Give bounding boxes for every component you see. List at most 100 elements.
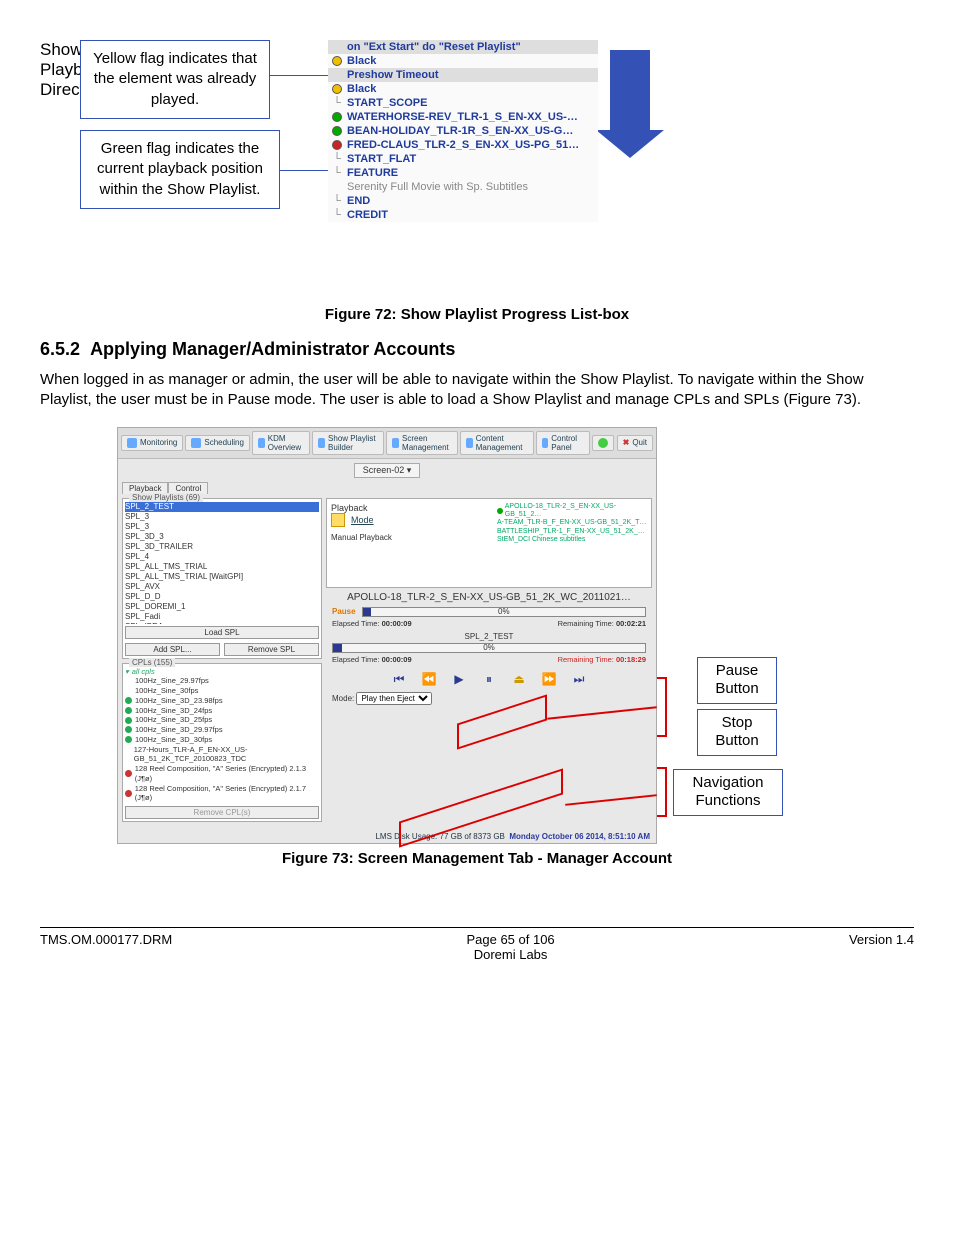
list-item[interactable]: 100Hz_Sine_3D_23.98fps (125, 696, 319, 706)
toolbar-button[interactable]: Content Management (460, 431, 534, 455)
play-mode-select[interactable]: Play then Eject (356, 692, 432, 705)
show-playlists-listbox[interactable]: SPL_2_TESTSPL_3SPL_3SPL_3D_3SPL_3D_TRAIL… (123, 499, 321, 624)
nav-functions-label: Navigation Functions (673, 769, 783, 817)
help-button[interactable] (592, 435, 614, 451)
add-spl-button[interactable]: Add SPL... (125, 643, 220, 656)
list-item[interactable]: SPL_3 (125, 522, 319, 532)
main-toolbar: MonitoringSchedulingKDM OverviewShow Pla… (118, 428, 656, 459)
mode-link[interactable]: Mode (351, 515, 374, 525)
status-dot-icon (125, 717, 132, 724)
callout-green-flag: Green flag indicates the current playbac… (80, 130, 280, 209)
cpls-group: CPLs (155) ▾ all cpls100Hz_Sine_29.97fps… (122, 663, 322, 822)
show-playlists-group: Show Playlists (69) SPL_2_TESTSPL_3SPL_3… (122, 498, 322, 659)
load-spl-button[interactable]: Load SPL (125, 626, 319, 639)
list-item[interactable]: SPL_DOREMI_1 (125, 602, 319, 612)
toolbar-icon (258, 438, 265, 448)
playlist-row: BEAN-HOLIDAY_TLR-1R_S_EN-XX_US-G… (328, 124, 598, 138)
yellow-flag-icon (332, 84, 342, 94)
quit-button[interactable]: ✖Quit (617, 435, 653, 451)
playlist-row: └FEATURE (328, 166, 598, 180)
eject-button[interactable]: ⏏ (511, 672, 527, 686)
list-item[interactable]: SPL_IBRA (125, 622, 319, 624)
playback-list-item: StEM_DCI Chinese subtitles (497, 536, 647, 544)
play-button[interactable]: ▶ (451, 672, 467, 686)
playback-cpl-list: APOLLO-18_TLR-2_S_EN-XX_US-GB_51_2…A-TEA… (497, 503, 647, 545)
list-item[interactable]: 100Hz_Sine_3D_24fps (125, 706, 319, 716)
playlist-row: Black (328, 54, 598, 68)
rewind-button[interactable]: ⏪ (421, 672, 437, 686)
list-item[interactable]: SPL_ALL_TMS_TRIAL (125, 562, 319, 572)
toolbar-button[interactable]: KDM Overview (252, 431, 310, 455)
footer-right: Version 1.4 (849, 932, 914, 962)
figure-73-caption: Figure 73: Screen Management Tab - Manag… (40, 850, 914, 867)
remove-spl-button[interactable]: Remove SPL (224, 643, 319, 656)
toolbar-icon (466, 438, 473, 448)
playlist-row: └START_SCOPE (328, 96, 598, 110)
toolbar-button[interactable]: Scheduling (185, 435, 250, 451)
playback-list-item: APOLLO-18_TLR-2_S_EN-XX_US-GB_51_2… (497, 503, 647, 520)
group-title: CPLs (155) (129, 658, 175, 667)
list-item[interactable]: SPL_AVX (125, 582, 319, 592)
screen-selector[interactable]: Screen-02 ▾ (118, 459, 656, 482)
toolbar-button[interactable]: Control Panel (536, 431, 590, 455)
spl-progress-bar[interactable]: 0% (332, 643, 646, 653)
remove-cpls-button[interactable]: Remove CPL(s) (125, 806, 319, 819)
mode-icon (331, 513, 345, 527)
close-icon: ✖ (623, 438, 630, 447)
footer-left: TMS.OM.000177.DRM (40, 932, 172, 962)
toolbar-button[interactable]: Monitoring (121, 435, 183, 451)
list-item[interactable]: 127-Hours_TLR-A_F_EN-XX_US-GB_51_2K_TCF_… (125, 745, 319, 765)
figure-73: MonitoringSchedulingKDM OverviewShow Pla… (117, 427, 837, 844)
list-item[interactable]: 100Hz_Sine_3D_30fps (125, 735, 319, 745)
toolbar-icon (318, 438, 325, 448)
green-flag-icon (332, 126, 342, 136)
status-dot-icon (125, 707, 132, 714)
list-item[interactable]: SPL_4 (125, 552, 319, 562)
brace-icon (657, 767, 667, 817)
list-item[interactable]: 100Hz_Sine_30fps (125, 686, 319, 696)
cpl-progress-bar[interactable]: 0% (362, 607, 646, 617)
list-item[interactable]: 128 Reel Composition, "A" Series (Encryp… (125, 764, 319, 784)
toolbar-button[interactable]: Show Playlist Builder (312, 431, 384, 455)
status-dot-icon (125, 697, 132, 704)
list-item[interactable]: SPL_2_TEST (125, 502, 319, 512)
list-item[interactable]: 100Hz_Sine_29.97fps (125, 676, 319, 686)
cpls-listbox[interactable]: ▾ all cpls100Hz_Sine_29.97fps100Hz_Sine_… (123, 664, 321, 804)
callout-line (270, 75, 328, 76)
status-bar: LMS Disk Usage: 77 GB of 8373 GB Monday … (118, 830, 656, 843)
list-item[interactable]: SPL_3 (125, 512, 319, 522)
status-dot-icon (125, 790, 132, 797)
forward-button[interactable]: ⏩ (541, 672, 557, 686)
list-item[interactable]: 100Hz_Sine_3D_25fps (125, 715, 319, 725)
list-item[interactable]: SPL_Fadi (125, 612, 319, 622)
section-heading: 6.5.2 Applying Manager/Administrator Acc… (40, 339, 914, 360)
list-item[interactable]: SPL_D_D (125, 592, 319, 602)
pause-button[interactable]: ⏸ (481, 672, 497, 686)
list-item[interactable]: SPL_3D_3 (125, 532, 319, 542)
list-item[interactable]: SPL_ALL_TMS_TRIAL [WaitGPI] (125, 572, 319, 582)
section-body: When logged in as manager or admin, the … (40, 370, 914, 411)
screen-management-window: MonitoringSchedulingKDM OverviewShow Pla… (117, 427, 657, 844)
skip-forward-button[interactable]: ⏭ (571, 672, 587, 686)
now-playing-title: APOLLO-18_TLR-2_S_EN-XX_US-GB_51_2K_WC_2… (326, 592, 652, 603)
figure-72: Yellow flag indicates that the element w… (40, 40, 914, 300)
playlist-row: FRED-CLAUS_TLR-2_S_EN-XX_US-PG_51… (328, 138, 598, 152)
red-flag-icon (332, 140, 342, 150)
skip-back-button[interactable]: ⏮ (391, 672, 407, 686)
spl-progress-row: 0% (332, 643, 646, 653)
group-title: Playback (331, 503, 368, 513)
figure-72-caption: Figure 72: Show Playlist Progress List-b… (40, 306, 914, 323)
status-dot-icon (125, 726, 132, 733)
list-item[interactable]: 16ch_Audio_-6DB (125, 803, 319, 804)
brace-icon (657, 677, 667, 737)
playlist-row: WATERHORSE-REV_TLR-1_S_EN-XX_US-… (328, 110, 598, 124)
playlist-row: Serenity Full Movie with Sp. Subtitles (328, 180, 598, 194)
status-dot-icon (125, 736, 132, 743)
toolbar-button[interactable]: Screen Management (386, 431, 458, 455)
list-item[interactable]: SPL_3D_TRAILER (125, 542, 319, 552)
list-item[interactable]: 100Hz_Sine_3D_29.97fps (125, 725, 319, 735)
toolbar-icon (127, 438, 137, 448)
list-item[interactable]: 128 Reel Composition, "A" Series (Encryp… (125, 784, 319, 804)
cpl-progress-row: Pause 0% (332, 607, 646, 617)
cpl-filter[interactable]: ▾ all cpls (125, 667, 319, 677)
